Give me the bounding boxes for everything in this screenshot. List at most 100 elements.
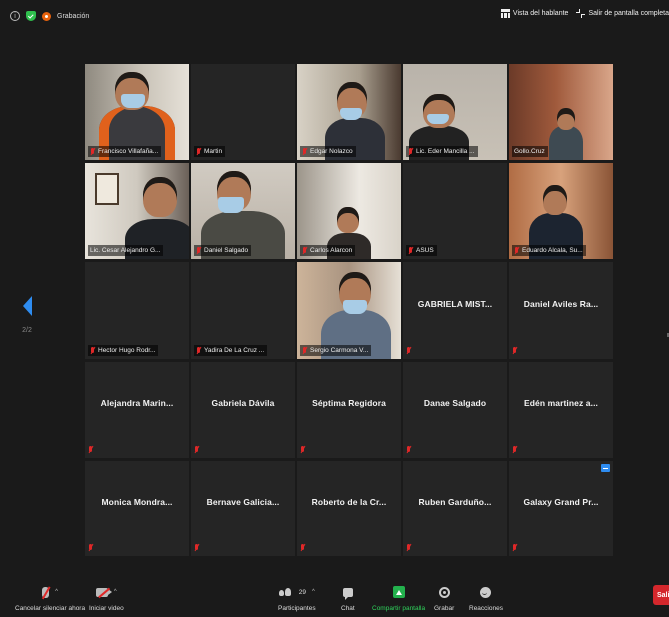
- participant-tile[interactable]: Yadira De La Cruz ...: [191, 262, 295, 359]
- participant-name: Edén martinez a...: [523, 398, 599, 409]
- participant-name: Yadira De La Cruz ...: [204, 347, 265, 354]
- speaker-view-label: Vista del hablante: [512, 10, 569, 17]
- participant-tile[interactable]: Roberto de la Cr...: [297, 461, 401, 556]
- exit-fullscreen-icon: [576, 9, 586, 18]
- meeting-toolbar: ^ Cancelar silenciar ahora ^ Iniciar vid…: [0, 575, 669, 617]
- mic-off-icon: [302, 346, 307, 355]
- participant-name: Lic. Eder Mancilla ...: [416, 148, 475, 155]
- share-screen-label: Compartir pantalla: [372, 605, 426, 612]
- participant-tile[interactable]: Daniel Aviles Ra...: [509, 262, 613, 359]
- previous-page-icon[interactable]: [22, 296, 32, 316]
- mic-off-icon: [196, 147, 201, 156]
- video-off-icon: [95, 587, 112, 597]
- mic-off-icon: [408, 147, 413, 156]
- mic-off-icon: [88, 544, 93, 552]
- mic-off-icon: [300, 544, 305, 552]
- mic-off-icon: [406, 446, 411, 454]
- participant-name-bar: Edgar Nolazco: [300, 146, 356, 157]
- participant-tile[interactable]: Francisco Villafaña...: [85, 64, 189, 160]
- reactions-button[interactable]: Reacciones: [469, 584, 503, 612]
- participant-tile[interactable]: Séptima Regidora: [297, 362, 401, 458]
- participant-tile[interactable]: GABRIELA MIST...: [403, 262, 507, 359]
- speaker-view-button[interactable]: Vista del hablante: [500, 9, 569, 18]
- participant-tile[interactable]: Martin: [191, 64, 295, 160]
- chat-label: Chat: [341, 605, 355, 612]
- participant-tile[interactable]: Alejandra Marin...: [85, 362, 189, 458]
- leave-button[interactable]: Salir: [653, 585, 669, 605]
- participant-tile[interactable]: Carlos Alarcon: [297, 163, 401, 259]
- participant-tile[interactable]: Edgar Nolazco: [297, 64, 401, 160]
- mic-off-icon: [88, 446, 93, 454]
- share-screen-button[interactable]: Compartir pantalla: [372, 584, 425, 612]
- participant-name-bar: ASUS: [406, 245, 437, 256]
- participants-button[interactable]: 29 ^ Participantes: [278, 584, 316, 612]
- reactions-icon: [480, 586, 492, 598]
- mic-off-icon: [512, 347, 517, 355]
- chat-button[interactable]: Chat: [341, 584, 355, 612]
- participant-tile[interactable]: Hector Hugo Rodr...: [85, 262, 189, 359]
- shield-icon[interactable]: [26, 11, 36, 21]
- participant-tile[interactable]: Danae Salgado: [403, 362, 507, 458]
- speaker-view-icon: [500, 9, 510, 18]
- page-navigation: 2/2: [17, 296, 37, 334]
- participant-name-bar: Martin: [194, 146, 226, 157]
- participant-name: GABRIELA MIST...: [417, 298, 493, 309]
- participant-name-bar: Eduardo Alcala, Su...: [512, 245, 586, 256]
- participant-tile[interactable]: Sergio Carmona V...: [297, 262, 401, 359]
- participant-tile[interactable]: Galaxy Grand Pr...: [509, 461, 613, 556]
- share-screen-icon: [392, 586, 405, 598]
- caret-up-icon[interactable]: ^: [312, 589, 315, 595]
- participant-name: Francisco Villafaña...: [98, 148, 159, 155]
- participant-name: Martin: [204, 148, 223, 155]
- mic-off-icon: [302, 246, 307, 255]
- participant-name: Monica Mondra...: [101, 496, 173, 507]
- participant-tile[interactable]: Daniel Salgado: [191, 163, 295, 259]
- participants-icon: [278, 588, 291, 596]
- participant-tile[interactable]: Ruben Garduño...: [403, 461, 507, 556]
- participants-label: Participantes: [278, 605, 316, 612]
- record-icon: [438, 586, 450, 598]
- mic-off-icon: [408, 246, 413, 255]
- start-video-label: Iniciar video: [89, 605, 124, 612]
- more-options-icon[interactable]: [601, 464, 610, 472]
- participant-tile[interactable]: Lic. Cesar Alejandro G...: [85, 163, 189, 259]
- participant-name: Hector Hugo Rodr...: [98, 347, 156, 354]
- exit-fullscreen-button[interactable]: Salir de pantalla completa: [576, 9, 669, 18]
- mic-off-icon: [512, 446, 517, 454]
- reactions-label: Reacciones: [469, 605, 503, 612]
- participant-name-bar: Carlos Alarcon: [300, 245, 356, 256]
- participant-name: Alejandra Marin...: [100, 398, 174, 409]
- top-bar: i Grabación Vista del hablante Salir de …: [0, 0, 669, 36]
- participant-name: Gabriela Dávila: [211, 398, 275, 409]
- participant-name: Séptima Regidora: [312, 398, 386, 409]
- participant-tile[interactable]: Eduardo Alcala, Su...: [509, 163, 613, 259]
- participant-tile[interactable]: Gollo.Cruz: [509, 64, 613, 160]
- mic-off-icon: [406, 544, 411, 552]
- participant-tile[interactable]: Monica Mondra...: [85, 461, 189, 556]
- mic-off-icon: [90, 147, 95, 156]
- participant-name: Galaxy Grand Pr...: [523, 496, 599, 507]
- participant-tile[interactable]: Edén martinez a...: [509, 362, 613, 458]
- participant-tile[interactable]: ASUS: [403, 163, 507, 259]
- info-icon[interactable]: i: [10, 11, 20, 21]
- participant-name: Daniel Aviles Ra...: [523, 298, 599, 309]
- start-video-button[interactable]: ^ Iniciar video: [89, 584, 124, 612]
- participant-name-bar: Daniel Salgado: [194, 245, 252, 256]
- participant-name-bar: Sergio Carmona V...: [300, 345, 372, 356]
- participant-name-bar: Gollo.Cruz: [512, 146, 548, 157]
- participant-name-bar: Lic. Eder Mancilla ...: [406, 146, 478, 157]
- view-controls: Vista del hablante Salir de pantalla com…: [500, 9, 669, 18]
- participants-count: 29: [298, 588, 306, 596]
- participant-tile[interactable]: Lic. Eder Mancilla ...: [403, 64, 507, 160]
- mic-off-icon: [512, 544, 517, 552]
- caret-up-icon[interactable]: ^: [55, 589, 58, 595]
- participant-tile[interactable]: Bernave Galicia...: [191, 461, 295, 556]
- participant-tile[interactable]: Gabriela Dávila: [191, 362, 295, 458]
- record-button[interactable]: Grabar: [434, 584, 454, 612]
- unmute-button[interactable]: ^ Cancelar silenciar ahora: [15, 584, 85, 612]
- recording-label: Grabación: [57, 12, 90, 20]
- unmute-label: Cancelar silenciar ahora: [15, 605, 86, 612]
- caret-up-icon[interactable]: ^: [114, 589, 117, 595]
- exit-fullscreen-label: Salir de pantalla completa: [588, 10, 669, 17]
- mic-muted-icon: [42, 586, 50, 598]
